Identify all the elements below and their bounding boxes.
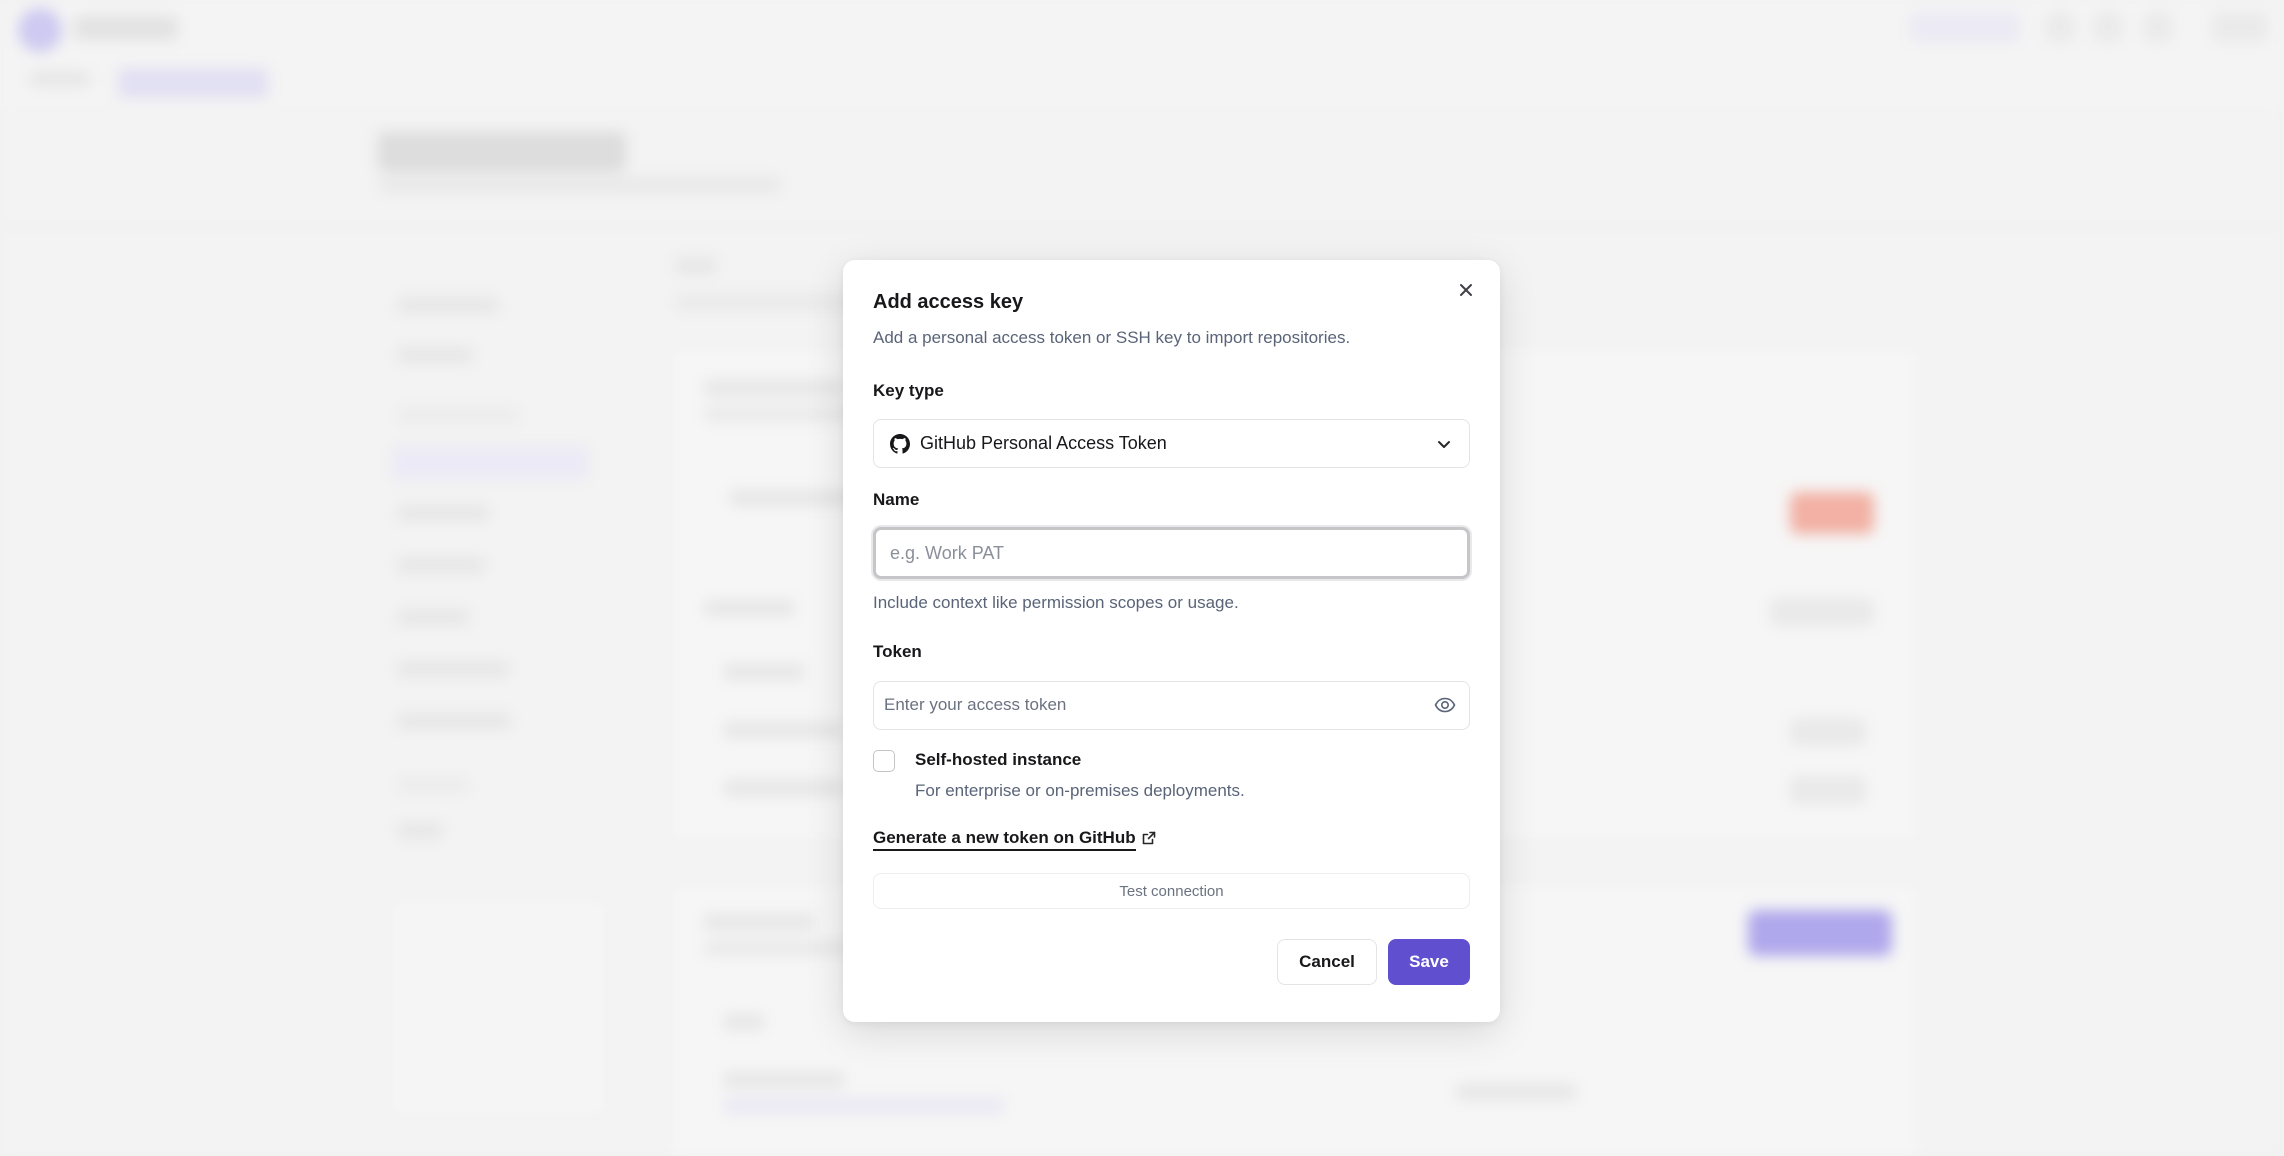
name-label: Name — [873, 490, 920, 509]
dialog-description: Add a personal access token or SSH key t… — [873, 328, 1351, 347]
generate-token-link[interactable]: Generate a new token on GitHub — [873, 828, 1136, 851]
self-hosted-checkbox[interactable] — [873, 750, 895, 772]
self-hosted-description: For enterprise or on-premises deployment… — [915, 781, 1245, 800]
close-icon — [1460, 284, 1472, 296]
toggle-token-visibility-button[interactable] — [1433, 694, 1457, 716]
key-type-select[interactable]: GitHub Personal Access Token — [873, 419, 1470, 468]
eye-icon — [1434, 697, 1456, 713]
chevron-down-icon — [1438, 440, 1450, 448]
cancel-button[interactable]: Cancel — [1277, 939, 1377, 985]
token-field — [873, 681, 1470, 730]
github-icon — [890, 433, 910, 454]
save-button[interactable]: Save — [1388, 939, 1470, 985]
external-link-icon — [1142, 831, 1156, 845]
add-access-key-dialog: Add access key Add a personal access tok… — [843, 260, 1500, 1022]
key-type-value: GitHub Personal Access Token — [920, 433, 1167, 453]
dialog-title: Add access key — [873, 291, 1024, 313]
name-hint: Include context like permission scopes o… — [873, 593, 1239, 612]
key-type-label: Key type — [873, 381, 944, 400]
token-input[interactable] — [874, 682, 1434, 728]
test-connection-button[interactable]: Test connection — [873, 873, 1470, 909]
close-button[interactable] — [1452, 276, 1480, 304]
token-label: Token — [873, 642, 922, 661]
self-hosted-label[interactable]: Self-hosted instance — [915, 750, 1081, 770]
name-input[interactable] — [873, 527, 1470, 579]
